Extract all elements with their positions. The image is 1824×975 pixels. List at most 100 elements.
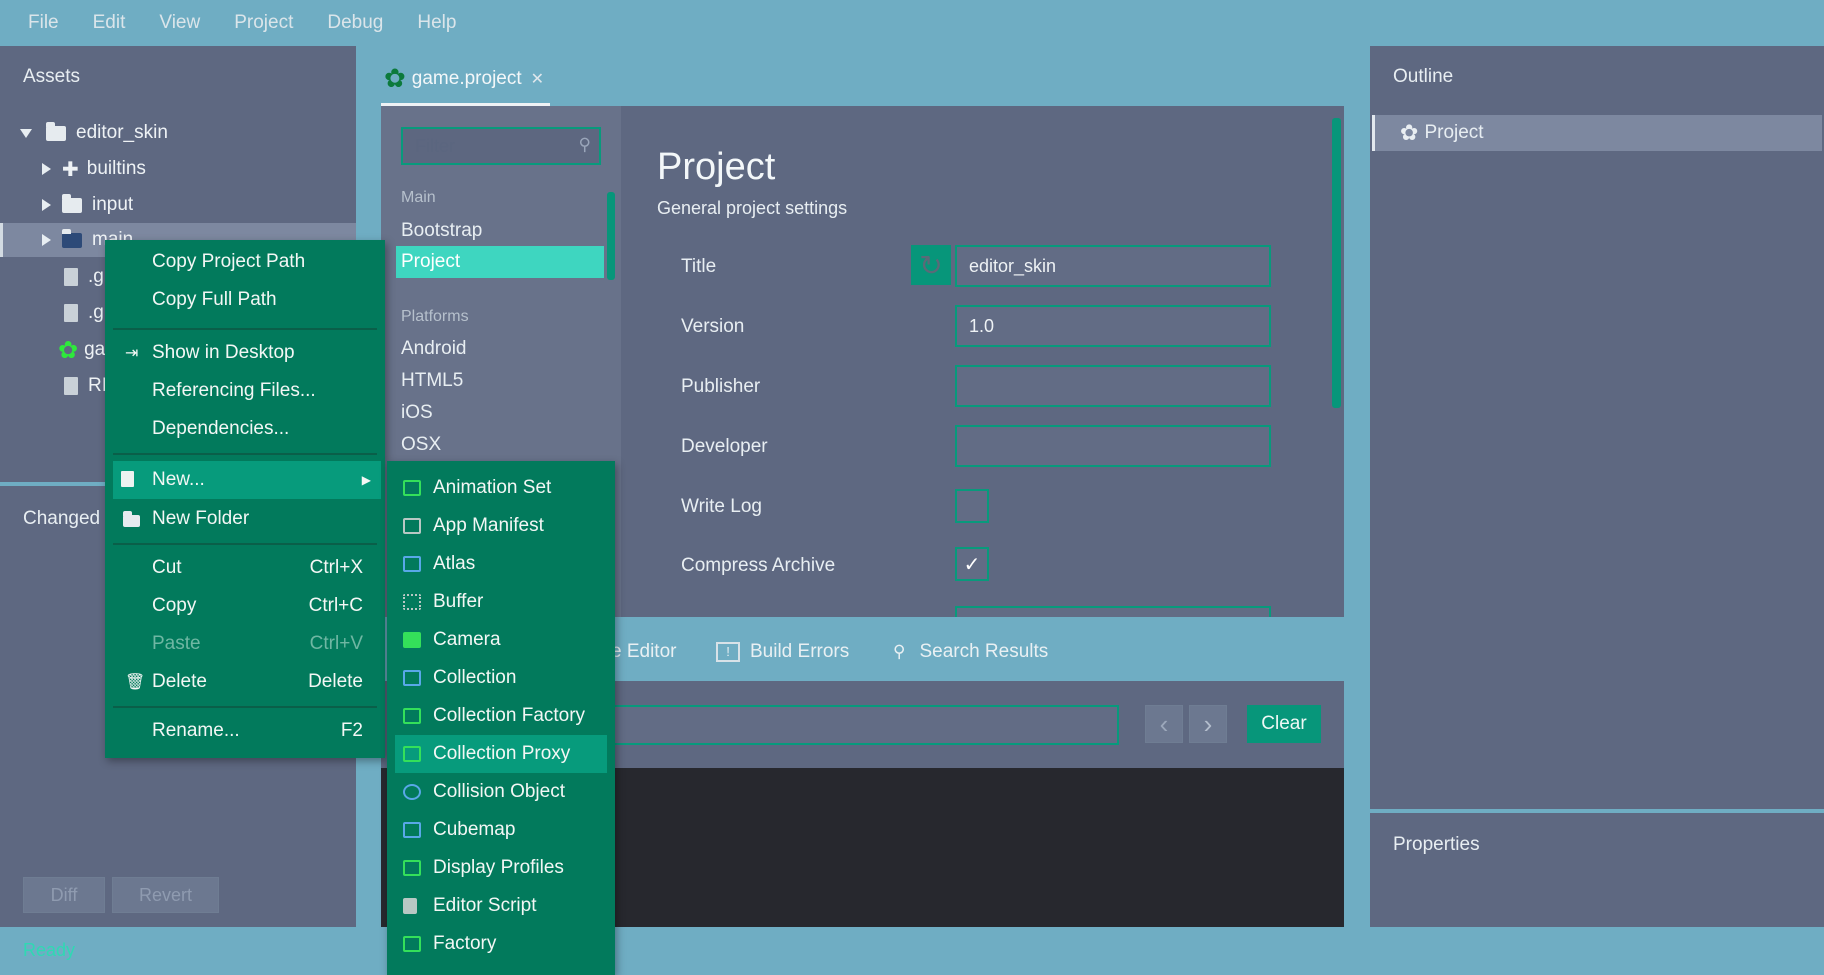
clear-button[interactable]: Clear	[1247, 705, 1321, 743]
menu-item-paste[interactable]: Paste Ctrl+V	[105, 627, 385, 661]
new-submenu: Animation Set App Manifest Atlas Buffer …	[387, 461, 615, 975]
menu-separator	[113, 453, 377, 455]
submenu-label: Editor Script	[433, 895, 537, 916]
nav-item-bootstrap[interactable]: Bootstrap	[401, 220, 482, 242]
menu-view[interactable]: View	[159, 12, 200, 34]
expand-arrow-icon[interactable]	[20, 128, 32, 138]
menu-item-copy-project-path[interactable]: Copy Project Path	[105, 245, 385, 279]
menu-item-referencing-files[interactable]: Referencing Files...	[105, 374, 385, 408]
menu-separator	[113, 328, 377, 330]
tab-editor[interactable]: e Editor	[611, 641, 676, 663]
menu-debug[interactable]: Debug	[327, 12, 383, 34]
menu-file[interactable]: File	[28, 12, 59, 34]
collapse-arrow-icon[interactable]	[42, 234, 51, 246]
menu-item-copy-full-path[interactable]: Copy Full Path	[105, 283, 385, 317]
publisher-input[interactable]	[955, 365, 1271, 407]
collection-factory-icon	[403, 708, 421, 724]
submenu-app-manifest[interactable]: App Manifest	[387, 509, 615, 543]
tab-game-project[interactable]: ✿ game.project ✕	[381, 54, 550, 106]
submenu-label: Animation Set	[433, 477, 552, 498]
nav-item-android[interactable]: Android	[401, 338, 467, 360]
close-icon[interactable]: ✕	[531, 69, 544, 89]
submenu-collection-proxy[interactable]: Collection Proxy	[395, 735, 607, 773]
submenu-editor-script[interactable]: Editor Script	[387, 889, 615, 923]
next-field-input[interactable]	[955, 606, 1271, 617]
revert-button[interactable]: Revert	[112, 877, 219, 913]
version-input[interactable]: 1.0	[955, 305, 1271, 347]
menu-item-copy[interactable]: Copy Ctrl+C	[105, 589, 385, 623]
field-label-developer: Developer	[681, 436, 768, 457]
changed-files-title: Changed F	[23, 508, 118, 529]
puzzle-icon: ✚	[62, 158, 79, 181]
nav-group-platforms: Platforms	[401, 308, 469, 325]
nav-group-main: Main	[401, 189, 436, 206]
assets-title: Assets	[23, 66, 81, 87]
tab-build-errors[interactable]: ! Build Errors	[716, 641, 849, 663]
submenu-collection[interactable]: Collection	[387, 661, 615, 695]
nav-scrollbar[interactable]	[607, 192, 615, 280]
collapse-arrow-icon[interactable]	[42, 163, 51, 175]
tab-label: Build Errors	[750, 641, 850, 662]
submenu-collision-object[interactable]: Collision Object	[387, 775, 615, 809]
menu-item-rename[interactable]: Rename... F2	[105, 714, 385, 748]
field-label-compress-archive: Compress Archive	[681, 555, 836, 576]
submenu-label: Buffer	[433, 591, 484, 612]
menu-item-new-folder[interactable]: New Folder	[105, 502, 385, 536]
tab-search-results[interactable]: ⚲ Search Results	[893, 641, 1048, 663]
menu-bar: File Edit View Project Debug Help	[0, 0, 1824, 46]
factory-icon	[403, 936, 421, 952]
tree-item-input[interactable]: input	[0, 188, 356, 222]
diff-button[interactable]: Diff	[23, 877, 105, 913]
menu-item-label: New Folder	[152, 508, 250, 529]
developer-input[interactable]	[955, 425, 1271, 467]
nav-item-osx[interactable]: OSX	[401, 434, 441, 456]
menu-edit[interactable]: Edit	[93, 12, 126, 34]
menu-item-shortcut: Ctrl+C	[308, 595, 363, 616]
submenu-buffer[interactable]: Buffer	[387, 585, 615, 619]
nav-item-project[interactable]: Project	[396, 246, 604, 278]
prev-button[interactable]: ‹	[1145, 705, 1183, 743]
submenu-factory[interactable]: Factory	[387, 927, 615, 961]
submenu-collection-factory[interactable]: Collection Factory	[387, 699, 615, 733]
tree-item-builtins[interactable]: ✚ builtins	[0, 152, 356, 186]
next-button[interactable]: ›	[1189, 705, 1227, 743]
reset-button[interactable]: ↻	[911, 245, 951, 285]
editor-scrollbar[interactable]	[1332, 118, 1341, 408]
nav-item-label: Project	[401, 251, 461, 272]
submenu-animation-set[interactable]: Animation Set	[387, 471, 615, 505]
menu-item-dependencies[interactable]: Dependencies...	[105, 412, 385, 446]
filter-input[interactable]: Filter ⚲	[401, 127, 601, 165]
write-log-checkbox[interactable]	[955, 489, 989, 523]
field-label-write-log: Write Log	[681, 496, 762, 517]
collision-object-icon	[403, 784, 421, 800]
menu-item-new[interactable]: New... ▶	[113, 461, 381, 499]
submenu-camera[interactable]: Camera	[387, 623, 615, 657]
menu-item-label: Copy Project Path	[152, 251, 306, 272]
filter-placeholder: Filter	[415, 135, 455, 156]
tree-item-editor-skin[interactable]: editor_skin	[0, 116, 356, 150]
title-input[interactable]: editor_skin	[955, 245, 1271, 287]
collection-proxy-icon	[403, 746, 421, 762]
file-icon	[64, 268, 78, 286]
menu-item-delete[interactable]: 🗑 Delete Delete	[105, 665, 385, 699]
compress-archive-checkbox[interactable]: ✓	[955, 547, 989, 581]
console-filter-input[interactable]	[531, 705, 1119, 745]
menu-item-label: New...	[152, 469, 205, 490]
menu-item-label: Copy Full Path	[152, 289, 277, 310]
editor-script-icon	[403, 898, 417, 914]
nav-item-html5[interactable]: HTML5	[401, 370, 463, 392]
nav-item-ios[interactable]: iOS	[401, 402, 433, 424]
folder-icon	[62, 193, 82, 213]
menu-project[interactable]: Project	[234, 12, 293, 34]
outline-item-project[interactable]: ✿ Project	[1372, 115, 1822, 151]
menu-item-show-in-desktop[interactable]: ⇥ Show in Desktop	[105, 336, 385, 370]
submenu-display-profiles[interactable]: Display Profiles	[387, 851, 615, 885]
submenu-atlas[interactable]: Atlas	[387, 547, 615, 581]
menu-help[interactable]: Help	[417, 12, 456, 34]
menu-item-cut[interactable]: Cut Ctrl+X	[105, 551, 385, 585]
submenu-arrow-icon: ▶	[361, 473, 371, 487]
menu-item-label: Cut	[152, 557, 182, 578]
collapse-arrow-icon[interactable]	[42, 199, 51, 211]
menu-item-shortcut: Delete	[308, 671, 363, 692]
submenu-cubemap[interactable]: Cubemap	[387, 813, 615, 847]
